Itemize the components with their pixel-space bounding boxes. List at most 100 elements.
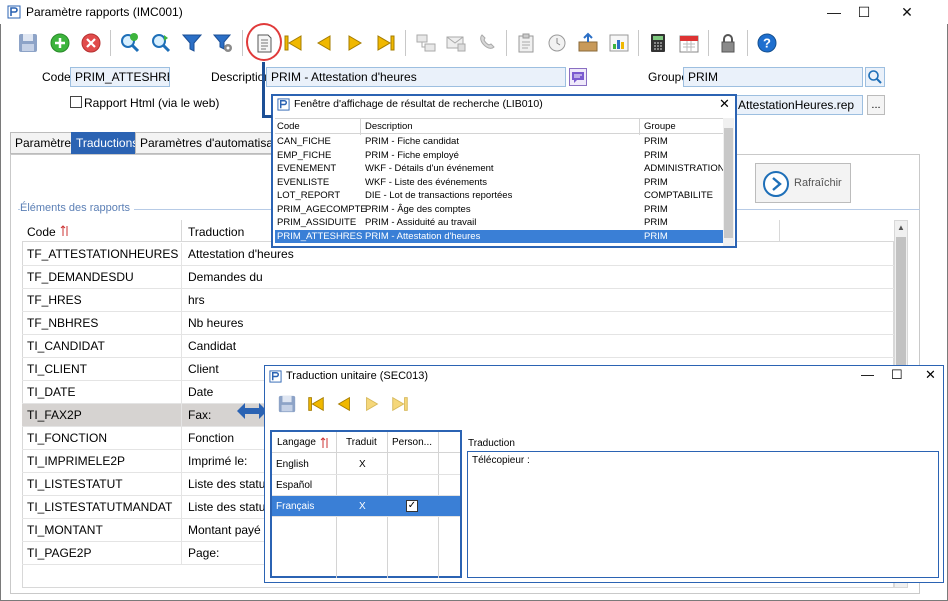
translation-maximize-icon[interactable]: ☐ xyxy=(891,367,903,383)
search-popup-scrollbar[interactable] xyxy=(723,118,734,246)
search-col-groupe[interactable]: Groupe xyxy=(644,121,676,132)
save-icon[interactable] xyxy=(277,394,297,414)
list-item[interactable]: PRIM_ATTESHRES PRIM - Attestation d'heure… xyxy=(275,229,723,243)
row-code: TF_DEMANDESDU xyxy=(27,270,134,284)
report-file-field[interactable]: AttestationHeures.rep xyxy=(733,95,863,115)
row-code: TI_LISTESTATUTMANDAT xyxy=(27,500,173,514)
row-code: TF_NBHRES xyxy=(27,316,99,330)
toolbar-separator xyxy=(506,30,507,56)
list-item-group: PRIM xyxy=(644,217,668,228)
history-icon[interactable] xyxy=(543,29,571,57)
col-code-header[interactable]: Code xyxy=(27,225,56,239)
list-item[interactable]: EMP_FICHE PRIM - Fiche employé PRIM xyxy=(275,149,723,163)
translation-close-icon[interactable]: ✕ xyxy=(925,367,936,383)
last-record-icon[interactable] xyxy=(390,394,410,414)
clipboard-icon[interactable] xyxy=(512,29,540,57)
language-row[interactable]: Français X ✓ xyxy=(272,496,460,517)
next-record-icon[interactable] xyxy=(362,394,382,414)
language-row[interactable]: English X xyxy=(272,454,460,475)
filter-icon[interactable] xyxy=(178,29,206,57)
list-item[interactable]: CAN_FICHE PRIM - Fiche candidat PRIM xyxy=(275,135,723,149)
delete-icon[interactable] xyxy=(77,29,105,57)
email-icon[interactable] xyxy=(442,29,470,57)
phone-icon[interactable] xyxy=(473,29,501,57)
maximize-icon[interactable]: ☐ xyxy=(850,2,878,22)
browse-button[interactable]: ... xyxy=(867,95,885,115)
language-row[interactable]: Español xyxy=(272,475,460,496)
translated-flag: X xyxy=(359,459,366,470)
col-traduction-header[interactable]: Traduction xyxy=(188,225,244,239)
row-traduction: Client xyxy=(188,362,219,376)
table-row[interactable]: TF_HRES hrs xyxy=(22,289,894,312)
search-scrollbar-thumb[interactable] xyxy=(724,128,733,238)
row-traduction: hrs xyxy=(188,293,205,307)
list-item[interactable]: PRIM_ASSIDUITE PRIM - Assiduité au travai… xyxy=(275,216,723,230)
table-row[interactable]: TF_NBHRES Nb heures xyxy=(22,312,894,335)
export-icon[interactable] xyxy=(574,29,602,57)
row-code: TI_MONTANT xyxy=(27,523,103,537)
list-item[interactable]: PRIM_AGECOMPTE PRIM - Âge des comptes PRIM xyxy=(275,203,723,217)
list-item[interactable]: LOT_REPORT DIE - Lot de transactions repo… xyxy=(275,189,723,203)
row-code: TI_DATE xyxy=(27,385,76,399)
report-list-icon[interactable] xyxy=(250,29,278,57)
add-icon[interactable] xyxy=(46,29,74,57)
table-row[interactable]: TF_DEMANDESDU Demandes du xyxy=(22,266,894,289)
tab-traductions[interactable]: Traductions xyxy=(71,132,144,154)
language-name: Español xyxy=(276,480,313,491)
col-traduit[interactable]: Traduit xyxy=(346,437,377,448)
row-code: TI_CANDIDAT xyxy=(27,339,105,353)
col-langage[interactable]: Langage xyxy=(277,437,316,448)
minimize-icon[interactable]: — xyxy=(820,2,848,22)
save-icon[interactable] xyxy=(14,29,42,57)
description-field[interactable]: PRIM - Attestation d'heures xyxy=(266,67,566,87)
search-col-code[interactable]: Code xyxy=(277,121,300,132)
sort-icon xyxy=(320,437,328,448)
close-icon[interactable]: ✕ xyxy=(893,2,921,22)
previous-record-icon[interactable] xyxy=(334,394,354,414)
calendar-icon[interactable] xyxy=(675,29,703,57)
calculator-icon[interactable] xyxy=(644,29,672,57)
personalized-checkbox[interactable]: ✓ xyxy=(406,500,418,512)
row-code: TI_FAX2P xyxy=(27,408,82,422)
search-next-icon[interactable] xyxy=(147,29,175,57)
html-report-checkbox[interactable] xyxy=(70,96,82,108)
group-search-button[interactable] xyxy=(865,67,885,87)
list-item[interactable]: EVENLISTE WKF - Liste des événements PRIM xyxy=(275,176,723,190)
language-grid: Langage Traduit Person... English X Españo… xyxy=(270,430,462,578)
help-icon[interactable]: ? xyxy=(753,29,781,57)
group-field[interactable]: PRIM xyxy=(683,67,863,87)
refresh-button[interactable]: Rafraîchir xyxy=(755,163,851,203)
last-record-icon[interactable] xyxy=(372,29,400,57)
next-record-icon[interactable] xyxy=(341,29,369,57)
row-code: TI_CLIENT xyxy=(27,362,88,376)
search-popup-header: Code Description Groupe xyxy=(275,118,723,135)
row-code: TI_PAGE2P xyxy=(27,546,92,560)
sort-icon xyxy=(60,225,68,236)
search-col-description[interactable]: Description xyxy=(365,121,413,132)
chart-icon[interactable] xyxy=(605,29,633,57)
code-field[interactable]: PRIM_ATTESHRES xyxy=(70,67,170,87)
translation-popup: Traduction unitaire (SEC013) — ☐ ✕ Langa… xyxy=(264,365,944,583)
filter-settings-icon[interactable] xyxy=(209,29,237,57)
list-item[interactable]: EVENEMENT WKF - Détails d'un événement ADM… xyxy=(275,162,725,176)
list-item-description: PRIM - Assiduité au travail xyxy=(365,217,477,228)
search-add-icon[interactable] xyxy=(116,29,144,57)
first-record-icon[interactable] xyxy=(279,29,307,57)
language-name: Français xyxy=(276,501,315,512)
list-item-code: EMP_FICHE xyxy=(277,149,332,161)
description-translate-button[interactable] xyxy=(569,68,587,86)
search-icon xyxy=(868,70,882,84)
previous-record-icon[interactable] xyxy=(310,29,338,57)
traduction-textarea[interactable]: Télécopieur : xyxy=(467,451,939,578)
table-row[interactable]: TI_CANDIDAT Candidat xyxy=(22,335,894,358)
search-popup-close-icon[interactable]: ✕ xyxy=(719,96,730,112)
row-traduction: Page: xyxy=(188,546,220,560)
toolbar-separator xyxy=(638,30,639,56)
list-item-code: LOT_REPORT xyxy=(277,190,341,201)
translation-minimize-icon[interactable]: — xyxy=(861,367,874,382)
first-record-icon[interactable] xyxy=(306,394,326,414)
col-perso[interactable]: Person... xyxy=(392,437,432,448)
code-label: Code xyxy=(42,70,71,84)
workflow-icon[interactable] xyxy=(412,29,440,57)
lock-icon[interactable] xyxy=(714,29,742,57)
